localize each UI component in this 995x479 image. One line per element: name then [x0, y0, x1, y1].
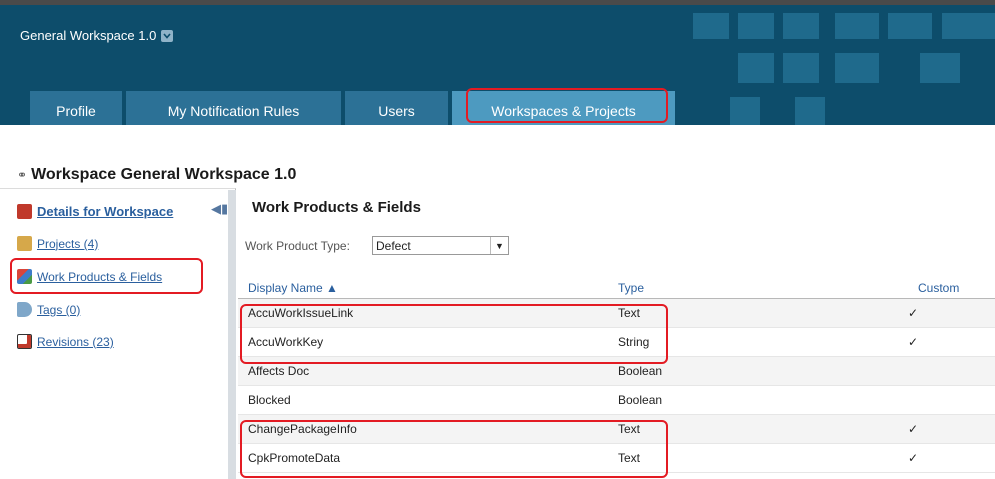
- cell-custom: ✓: [908, 443, 995, 473]
- table-row[interactable]: CpkPromoteData Text ✓: [238, 443, 995, 473]
- table-row[interactable]: AccuWorkKey String ✓: [238, 327, 995, 357]
- link-icon: ⚭: [17, 168, 28, 182]
- notepad-icon: [17, 334, 32, 349]
- cell-custom: [908, 385, 995, 415]
- cell-type: Boolean: [608, 356, 908, 386]
- collapse-sidebar-icon[interactable]: ◀▮: [211, 201, 228, 217]
- table-row[interactable]: Affects Doc Boolean: [238, 356, 995, 386]
- tab-profile[interactable]: Profile: [30, 91, 122, 125]
- cell-type: Text: [608, 443, 908, 473]
- folder-icon: [17, 236, 32, 251]
- cell-display-name: ChangePackageInfo: [238, 414, 608, 444]
- tab-label: My Notification Rules: [167, 102, 300, 119]
- cell-custom: [908, 356, 995, 386]
- chevron-down-icon[interactable]: [161, 29, 174, 42]
- page-title: ⚭ Workspace General Workspace 1.0: [17, 166, 296, 184]
- work-product-type-select[interactable]: Defect ▼: [372, 236, 509, 255]
- sidebar-item-label: Projects (4): [37, 236, 99, 251]
- cell-display-name: AccuWorkIssueLink: [238, 298, 608, 328]
- sidebar-item-projects[interactable]: Projects (4): [17, 236, 98, 251]
- column-header-display-name[interactable]: Display Name ▲: [238, 278, 608, 299]
- tab-workspaces-projects[interactable]: Workspaces & Projects: [452, 91, 675, 125]
- cell-display-name: CpkPromoteData: [238, 443, 608, 473]
- cell-display-name: Blocked: [238, 385, 608, 415]
- sidebar-resize-handle[interactable]: [228, 190, 236, 479]
- tab-label: Users: [378, 102, 415, 119]
- cell-type: Text: [608, 298, 908, 328]
- sidebar-item-revisions[interactable]: Revisions (23): [17, 334, 114, 349]
- workspace-name: General Workspace 1.0: [20, 28, 157, 43]
- section-title: Work Products & Fields: [252, 199, 421, 216]
- cell-custom: ✓: [908, 414, 995, 444]
- tag-icon: [17, 302, 32, 317]
- sidebar-item-label: Revisions (23): [37, 334, 114, 349]
- cell-custom: ✓: [908, 298, 995, 328]
- sidebar-item-label: Tags (0): [37, 302, 81, 317]
- tab-label: Workspaces & Projects: [491, 102, 636, 119]
- column-header-type[interactable]: Type: [608, 278, 908, 299]
- header-banner: General Workspace 1.0 Profile My Notific…: [0, 0, 995, 125]
- tab-bar: Profile My Notification Rules Users Work…: [30, 91, 675, 125]
- table-header-row: Display Name ▲ Type Custom: [238, 278, 995, 299]
- cell-type: String: [608, 327, 908, 357]
- sidebar-item-work-products[interactable]: Work Products & Fields: [17, 269, 162, 284]
- table-row[interactable]: AccuWorkIssueLink Text ✓: [238, 298, 995, 328]
- tab-users[interactable]: Users: [345, 91, 448, 125]
- work-product-type-label: Work Product Type:: [245, 239, 350, 253]
- cell-display-name: AccuWorkKey: [238, 327, 608, 357]
- cell-display-name: Affects Doc: [238, 356, 608, 386]
- sidebar-item-tags[interactable]: Tags (0): [17, 302, 80, 317]
- selected-value: Defect: [376, 238, 411, 253]
- table-row[interactable]: Blocked Boolean: [238, 385, 995, 415]
- workspace-switcher[interactable]: General Workspace 1.0: [20, 28, 174, 43]
- cell-type: Boolean: [608, 385, 908, 415]
- page-title-text: Workspace General Workspace 1.0: [31, 166, 297, 183]
- tab-label: Profile: [56, 102, 96, 119]
- sidebar-item-label: Details for Workspace: [37, 204, 174, 219]
- chevron-down-icon[interactable]: ▼: [490, 237, 508, 254]
- cell-custom: ✓: [908, 327, 995, 357]
- column-header-custom[interactable]: Custom: [908, 278, 995, 299]
- table-row[interactable]: ChangePackageInfo Text ✓: [238, 414, 995, 444]
- monitor-icon: [17, 204, 32, 219]
- fields-table: Display Name ▲ Type Custom AccuWorkIssue…: [238, 278, 995, 473]
- tab-my-notification-rules[interactable]: My Notification Rules: [126, 91, 341, 125]
- cell-type: Text: [608, 414, 908, 444]
- sidebar-item-details[interactable]: Details for Workspace: [17, 204, 173, 219]
- sidebar-item-label: Work Products & Fields: [37, 269, 163, 284]
- hierarchy-icon: [17, 269, 32, 284]
